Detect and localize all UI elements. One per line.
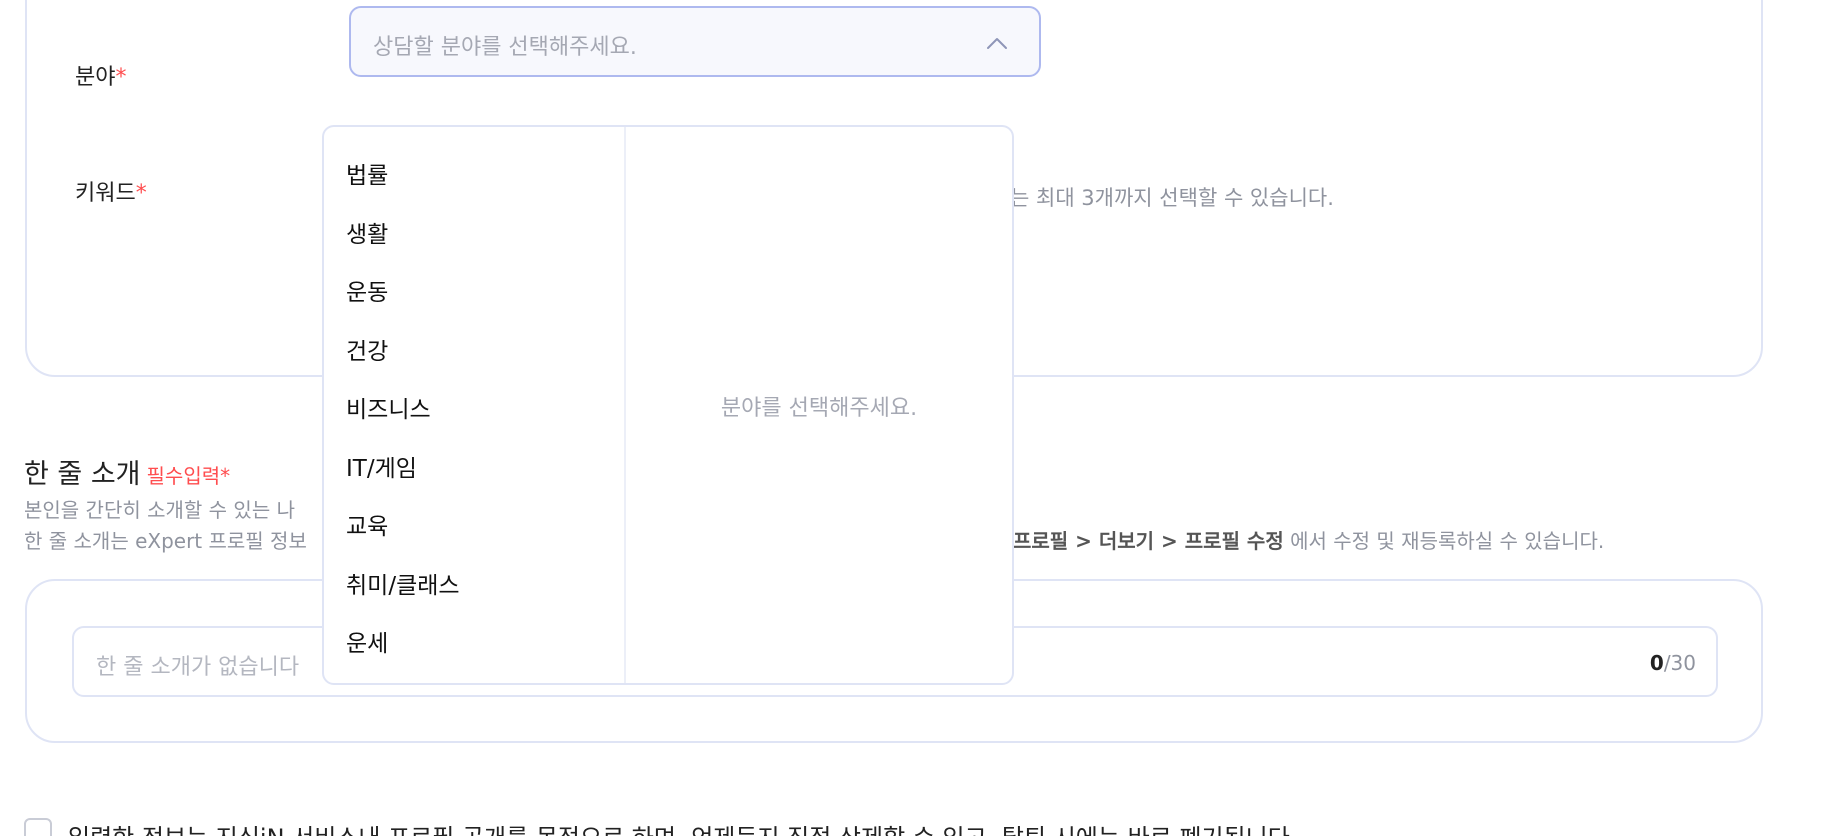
required-mark: * bbox=[115, 65, 127, 90]
subcategory-empty-message: 분야를 선택해주세요. bbox=[720, 396, 918, 421]
category-item-hobby-class[interactable]: 취미/클래스 bbox=[324, 557, 624, 616]
keyword-label: 키워드* bbox=[75, 175, 147, 207]
category-select[interactable]: 상담할 분야를 선택해주세요. bbox=[349, 6, 1041, 77]
category-item-exercise[interactable]: 운동 bbox=[324, 264, 624, 323]
category-item-fortune[interactable]: 운세 bbox=[324, 615, 624, 674]
char-count-max: /30 bbox=[1663, 651, 1696, 675]
profile-edit-path-suffix: 에서 수정 및 재등록하실 수 있습니다. bbox=[1283, 529, 1605, 553]
intro-title-text: 한 줄 소개 bbox=[24, 459, 141, 490]
intro-description: 본인을 간단히 소개할 수 있는 나 bbox=[24, 498, 295, 522]
chevron-up-icon[interactable] bbox=[985, 32, 1009, 56]
keyword-hint: 는 최대 3개까지 선택할 수 있습니다. bbox=[1010, 186, 1334, 210]
agreement-text: 입력한 정보는 지식iN 서비스내 프로필 공개를 목적으로 하며, 언제든지 … bbox=[68, 818, 1297, 836]
field-label-text: 분야 bbox=[75, 65, 116, 90]
required-label: 필수입력* bbox=[146, 464, 231, 488]
profile-edit-path-bold: 프로필 > 더보기 > 프로필 수정 bbox=[1013, 529, 1284, 553]
category-item-education[interactable]: 교육 bbox=[324, 498, 624, 557]
category-select-placeholder: 상담할 분야를 선택해주세요. bbox=[373, 35, 637, 60]
category-item-law[interactable]: 법률 bbox=[324, 147, 624, 206]
agreement-checkbox[interactable] bbox=[24, 818, 52, 836]
required-mark: * bbox=[135, 181, 147, 206]
char-counter: 0/30 bbox=[1650, 651, 1696, 675]
category-list: 법률 생활 운동 건강 비즈니스 IT/게임 교육 취미/클래스 운세 bbox=[324, 127, 626, 683]
keyword-label-text: 키워드 bbox=[75, 181, 136, 206]
category-item-life[interactable]: 생활 bbox=[324, 206, 624, 265]
category-item-business[interactable]: 비즈니스 bbox=[324, 381, 624, 440]
field-label: 분야* bbox=[75, 59, 126, 91]
intro-description-2: 한 줄 소개는 eXpert 프로필 정보 bbox=[24, 529, 307, 553]
category-dropdown: 법률 생활 운동 건강 비즈니스 IT/게임 교육 취미/클래스 운세 분야를 … bbox=[322, 125, 1014, 685]
profile-edit-path: 프로필 > 더보기 > 프로필 수정 에서 수정 및 재등록하실 수 있습니다. bbox=[1013, 525, 1604, 554]
intro-input-placeholder: 한 줄 소개가 없습니다 bbox=[96, 655, 300, 680]
category-item-health[interactable]: 건강 bbox=[324, 323, 624, 382]
char-count-current: 0 bbox=[1649, 651, 1664, 675]
intro-section-title: 한 줄 소개 필수입력* bbox=[24, 452, 230, 491]
category-item-it-game[interactable]: IT/게임 bbox=[324, 440, 624, 499]
